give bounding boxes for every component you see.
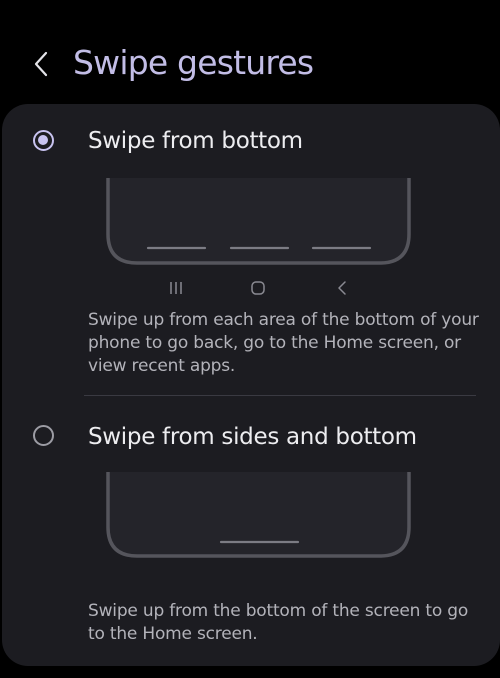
home-icon <box>251 281 265 295</box>
options-card: Swipe from bottom Swipe up from each are… <box>2 104 500 666</box>
swipe-from-sides-and-bottom-label: Swipe from sides and bottom <box>88 424 417 450</box>
chevron-left-icon <box>34 51 48 77</box>
page-title: Swipe gestures <box>73 43 314 82</box>
back-button[interactable] <box>26 44 56 84</box>
swipe-from-bottom-description: Swipe up from each area of the bottom of… <box>88 310 479 376</box>
option-swipe-from-bottom: Swipe from bottom Swipe up from each are… <box>2 104 500 396</box>
swipe-from-bottom-label: Swipe from bottom <box>88 128 303 154</box>
swipe-gestures-screen: Swipe gestures Swipe from bottom Swipe u… <box>0 0 500 678</box>
swipe-from-sides-and-bottom-preview <box>2 472 500 567</box>
divider <box>84 395 476 396</box>
swipe-from-sides-and-bottom-radio-row[interactable]: Swipe from sides and bottom <box>2 397 500 473</box>
swipe-from-bottom-radio[interactable] <box>33 130 54 151</box>
back-icon <box>338 281 346 295</box>
swipe-from-bottom-radio-row[interactable]: Swipe from bottom <box>2 104 500 180</box>
swipe-from-bottom-preview <box>2 178 500 298</box>
phone-outline <box>106 472 411 558</box>
phone-outline <box>106 178 411 265</box>
radio-selected-dot <box>38 135 48 145</box>
option-swipe-from-sides-and-bottom: Swipe from sides and bottom Swipe up fro… <box>2 397 500 666</box>
swipe-from-sides-and-bottom-description: Swipe up from the bottom of the screen t… <box>88 601 469 644</box>
swipe-from-sides-and-bottom-radio[interactable] <box>33 425 54 446</box>
header: Swipe gestures <box>0 0 500 104</box>
recent-apps-icon <box>170 282 182 294</box>
